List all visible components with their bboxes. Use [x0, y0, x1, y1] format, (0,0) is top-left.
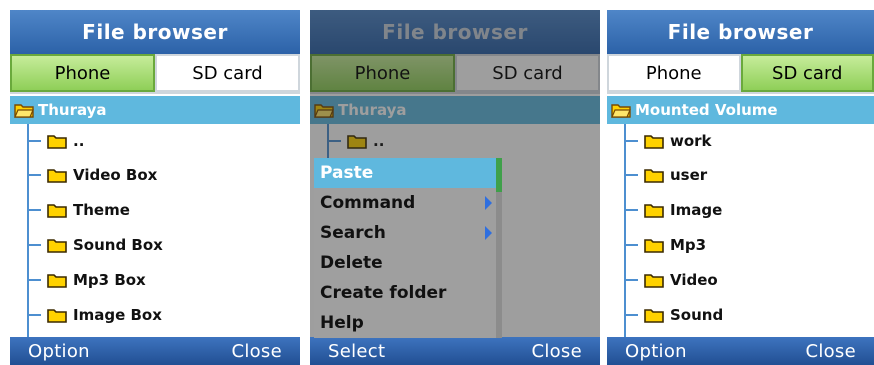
folder-icon	[644, 134, 664, 149]
list-item[interactable]: Video Box	[27, 158, 157, 192]
folder-icon	[644, 273, 664, 288]
list-item[interactable]: Theme	[27, 193, 130, 227]
folder-name: Sound Box	[73, 236, 163, 254]
list-item[interactable]: Mp3	[624, 228, 706, 262]
menu-item-paste[interactable]: Paste	[314, 158, 502, 188]
menu-item-delete[interactable]: Delete	[314, 248, 502, 278]
list-item[interactable]: ..	[27, 124, 84, 158]
tree-branch	[27, 140, 41, 142]
tree-branch	[624, 279, 638, 281]
folder-icon	[47, 168, 67, 183]
list-item[interactable]: Sound Box	[27, 228, 163, 262]
list-item[interactable]: user	[624, 158, 707, 192]
softkey-bar: Option Close	[607, 337, 874, 365]
folder-tree: .. Video Box Theme Sound Box Mp3 Box Ima…	[10, 124, 300, 337]
tab-sd-card[interactable]: SD card	[740, 54, 874, 92]
title-bar: File browser	[10, 10, 300, 54]
close-softkey[interactable]: Close	[531, 341, 582, 362]
scroll-thumb[interactable]	[496, 158, 502, 192]
root-folder-label: Mounted Volume	[635, 101, 778, 119]
menu-item-label: Command	[320, 193, 416, 213]
tree-branch	[624, 314, 638, 316]
tab-sd-card[interactable]: SD card	[155, 54, 300, 92]
folder-name: user	[670, 166, 708, 184]
folder-icon	[644, 203, 664, 218]
folder-tree: work user Image Mp3 Video Sound	[607, 124, 874, 337]
folder-icon	[644, 168, 664, 183]
folder-name: Image	[670, 201, 723, 219]
tab-bar: Phone SD card	[607, 54, 874, 94]
open-folder-icon	[611, 103, 631, 118]
folder-name: Video	[670, 271, 718, 289]
list-item[interactable]: Video	[624, 263, 718, 297]
folder-icon	[47, 273, 67, 288]
menu-item-create-folder[interactable]: Create folder	[314, 278, 502, 308]
folder-icon	[644, 238, 664, 253]
softkey-bar: Select Close	[310, 337, 600, 365]
tree-branch	[624, 244, 638, 246]
file-browser-screen-menu: File browser Phone SD card Thuraya .. Pa…	[310, 10, 600, 365]
submenu-arrow-icon	[485, 226, 492, 240]
list-item[interactable]: Sound	[624, 298, 723, 332]
tree-branch	[27, 279, 41, 281]
folder-name: Mp3 Box	[73, 271, 146, 289]
folder-name: work	[670, 132, 712, 150]
list-item[interactable]: Image Box	[27, 298, 162, 332]
tree-branch	[27, 244, 41, 246]
folder-icon	[644, 308, 664, 323]
close-softkey[interactable]: Close	[805, 341, 856, 362]
root-folder-row[interactable]: Thuraya	[10, 96, 300, 124]
folder-name: Image Box	[73, 306, 162, 324]
menu-item-label: Search	[320, 223, 386, 243]
close-softkey[interactable]: Close	[231, 341, 282, 362]
options-menu: Paste Command Search Delete Create folde…	[314, 158, 502, 338]
folder-icon	[47, 203, 67, 218]
list-item[interactable]: Mp3 Box	[27, 263, 146, 297]
root-folder-row[interactable]: Mounted Volume	[607, 96, 874, 124]
tree-branch	[27, 174, 41, 176]
folder-name: Mp3	[670, 236, 707, 254]
tree-branch	[624, 209, 638, 211]
folder-name: Sound	[670, 306, 724, 324]
tab-phone[interactable]: Phone	[10, 54, 155, 92]
tree-branch	[27, 209, 41, 211]
menu-item-help[interactable]: Help	[314, 308, 502, 338]
open-folder-icon	[14, 103, 34, 118]
list-item[interactable]: work	[624, 124, 712, 158]
menu-item-command[interactable]: Command	[314, 188, 502, 218]
tab-bar: Phone SD card	[10, 54, 300, 94]
submenu-arrow-icon	[485, 196, 492, 210]
option-softkey[interactable]: Option	[28, 341, 90, 362]
folder-icon	[47, 134, 67, 149]
folder-icon	[47, 238, 67, 253]
folder-name: Video Box	[73, 166, 158, 184]
folder-name: Theme	[73, 201, 130, 219]
root-folder-label: Thuraya	[38, 101, 107, 119]
tree-branch	[624, 140, 638, 142]
folder-icon	[47, 308, 67, 323]
tab-phone[interactable]: Phone	[607, 54, 741, 92]
menu-scrollbar[interactable]	[496, 158, 502, 338]
softkey-bar: Option Close	[10, 337, 300, 365]
option-softkey[interactable]: Option	[625, 341, 687, 362]
list-item[interactable]: Image	[624, 193, 722, 227]
tree-branch	[27, 314, 41, 316]
folder-name: ..	[73, 132, 85, 150]
file-browser-screen-phone: File browser Phone SD card Thuraya .. Vi…	[10, 10, 300, 365]
menu-item-search[interactable]: Search	[314, 218, 502, 248]
tree-branch	[624, 174, 638, 176]
select-softkey[interactable]: Select	[328, 341, 385, 362]
title-bar: File browser	[607, 10, 874, 54]
file-browser-screen-sd-card: File browser Phone SD card Mounted Volum…	[607, 10, 874, 365]
